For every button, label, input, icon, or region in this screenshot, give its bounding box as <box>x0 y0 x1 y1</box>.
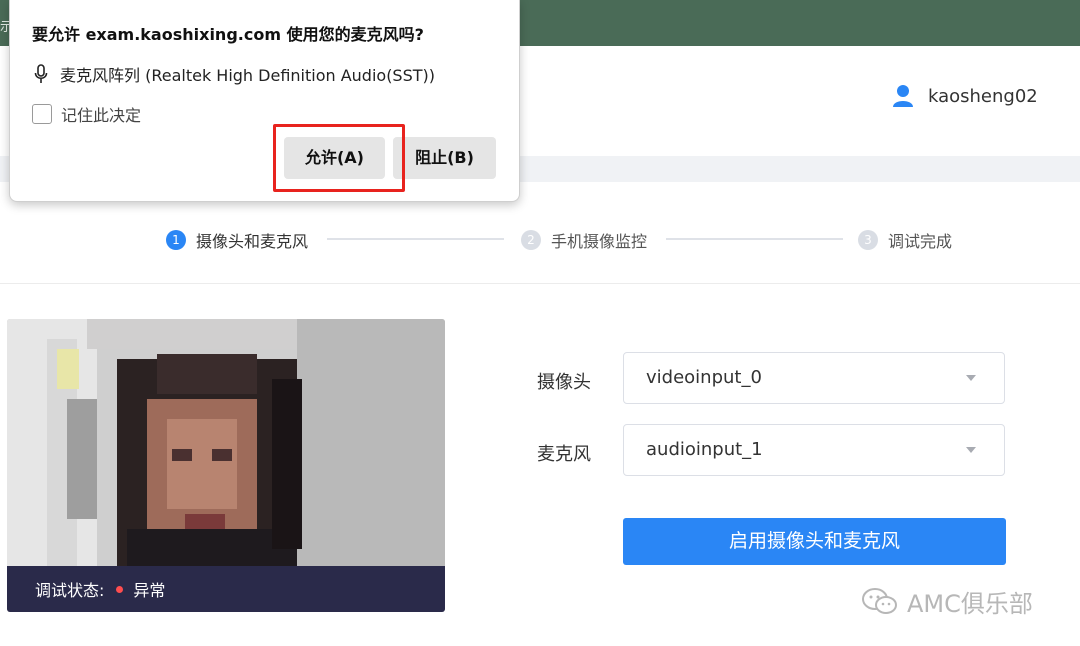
step-2: 2 手机摄像监控 <box>521 228 647 252</box>
microphone-select[interactable]: audioinput_1 <box>623 424 1005 476</box>
username: kaosheng02 <box>928 85 1038 107</box>
step-connector-1 <box>327 238 504 240</box>
enable-camera-mic-button[interactable]: 启用摄像头和麦克风 <box>623 518 1006 565</box>
camera-select[interactable]: videoinput_0 <box>623 352 1005 404</box>
step-3-label: 调试完成 <box>888 232 953 251</box>
wechat-icon <box>862 587 897 614</box>
remember-decision[interactable]: 记住此决定 <box>32 102 141 126</box>
dialog-title: 要允许 exam.kaoshixing.com 使用您的麦克风吗? <box>32 25 424 44</box>
watermark-text: AMC俱乐部 <box>907 590 1033 618</box>
step-1: 1 摄像头和麦克风 <box>166 228 308 252</box>
step-progress: 1 摄像头和麦克风 2 手机摄像监控 3 调试完成 <box>0 222 1080 256</box>
chevron-down-icon <box>966 447 976 453</box>
step-1-label: 摄像头和麦克风 <box>196 232 309 251</box>
remember-checkbox[interactable] <box>32 104 52 124</box>
status-dot-icon <box>116 585 124 593</box>
microphone-icon <box>34 64 48 83</box>
microphone-select-value: audioinput_1 <box>646 439 763 460</box>
dialog-device: 麦克风阵列 (Realtek High Definition Audio(SST… <box>34 62 435 86</box>
user-icon <box>893 85 913 107</box>
allow-highlight-box <box>273 124 405 192</box>
debug-status-bar: 调试状态: 异常 <box>7 566 445 612</box>
camera-select-value: videoinput_0 <box>646 367 762 388</box>
step-2-number: 2 <box>521 230 541 250</box>
step-connector-2 <box>666 238 843 240</box>
watermark: AMC俱乐部 <box>861 584 1033 619</box>
debug-status-label: 调试状态: <box>35 581 105 600</box>
dialog-device-name: 麦克风阵列 (Realtek High Definition Audio(SST… <box>60 66 436 85</box>
mic-permission-dialog: 要允许 exam.kaoshixing.com 使用您的麦克风吗? 麦克风阵列 … <box>9 0 520 202</box>
step-3: 3 调试完成 <box>858 228 952 252</box>
section-divider <box>0 283 1080 284</box>
user-info[interactable]: kaosheng02 <box>892 84 1038 108</box>
chevron-down-icon <box>966 375 976 381</box>
microphone-label: 麦克风 <box>537 444 591 465</box>
step-1-number: 1 <box>166 230 186 250</box>
block-button[interactable]: 阻止(B) <box>393 137 496 179</box>
step-2-label: 手机摄像监控 <box>551 232 648 251</box>
remember-label: 记住此决定 <box>61 106 142 125</box>
step-3-number: 3 <box>858 230 878 250</box>
camera-preview: 调试状态: 异常 <box>7 319 445 612</box>
debug-status-value: 异常 <box>133 581 166 600</box>
camera-label: 摄像头 <box>537 372 591 393</box>
